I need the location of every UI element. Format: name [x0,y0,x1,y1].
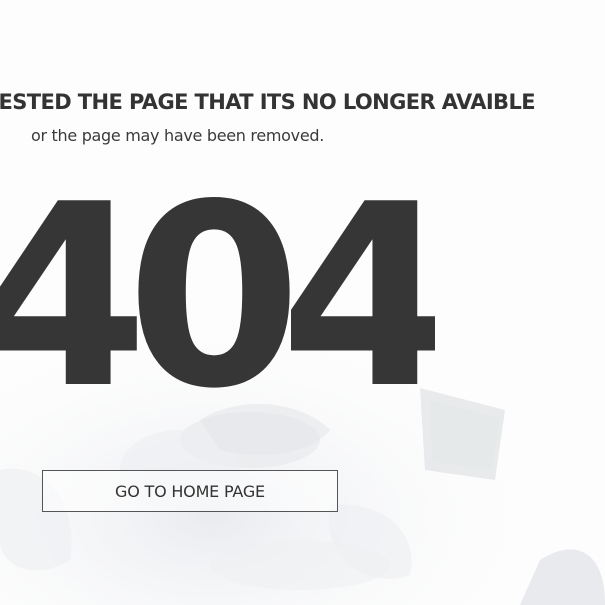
error-code: 404 [0,178,435,418]
error-headline-text: ESTED THE PAGE THAT ITS NO LONGER AVAIBL… [0,90,536,114]
go-to-home-page-button[interactable]: GO TO HOME PAGE [42,470,338,512]
error-subline: or the page may have been removed. [31,126,325,145]
error-headline: ESTED THE PAGE THAT ITS NO LONGER AVAIBL… [0,90,605,120]
error-code-text: 404 [0,178,435,418]
